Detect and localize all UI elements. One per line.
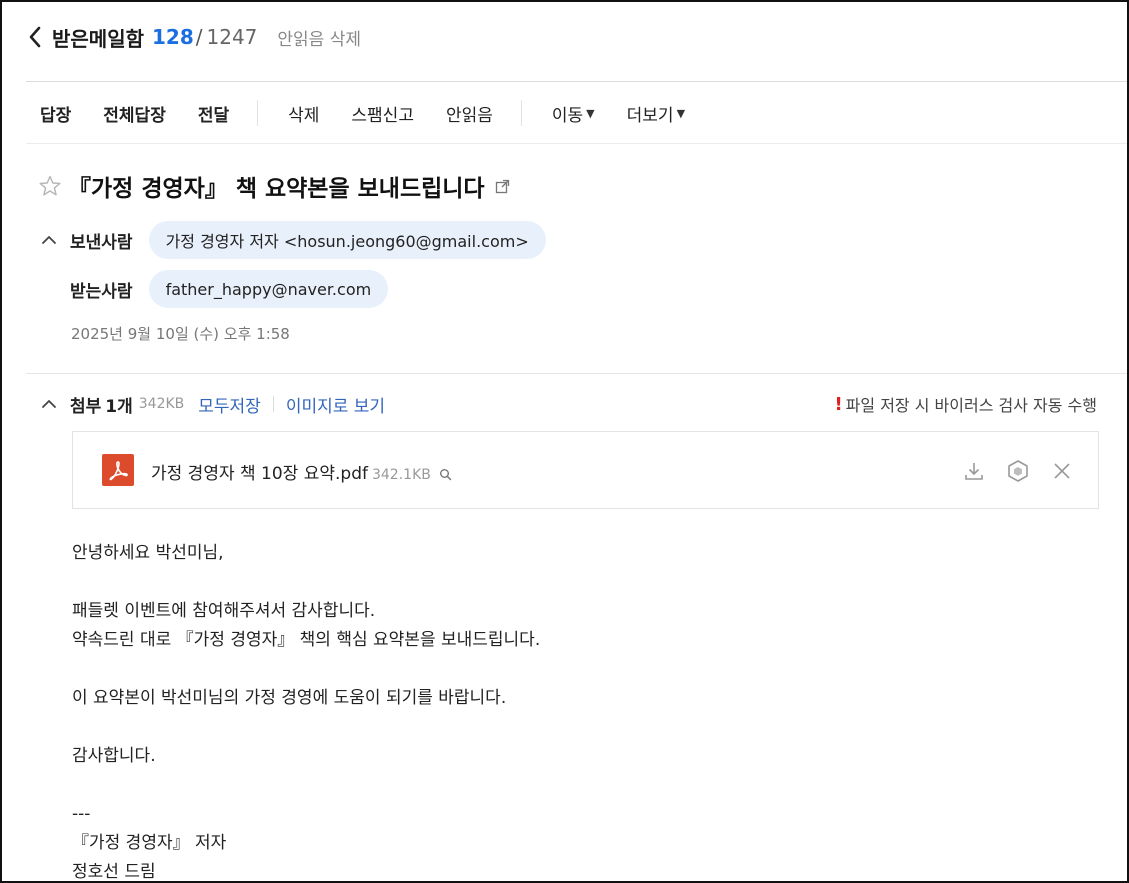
body-line [72,713,540,742]
attachment-file-size: 342.1KB [371,467,431,483]
divider [26,143,1127,144]
body-line: 약속드린 대로 『가정 경영자』 책의 핵심 요약본을 보내드립니다. [72,630,541,650]
body-line: 이 요약본이 박선미님의 가정 경영에 도움이 되기를 바랍니다. [72,688,507,708]
more-label: 더보기 [626,105,674,126]
attachment-file[interactable]: 가정 경영자 책 10장 요약.pdf 342.1KB [151,459,452,484]
move-label: 이동 [551,105,584,126]
exclamation-icon: ! [834,393,843,415]
external-link-icon[interactable] [495,179,510,194]
star-outline-icon[interactable] [38,174,62,198]
body-line [72,568,540,597]
attachment-label: 첨부 [70,396,102,417]
received-date: 2025년 9월 10일 (수) 오후 1:58 [71,325,290,343]
body-line: 『가정 경영자』 저자 [72,833,227,853]
pdf-file-icon [102,454,134,486]
virus-scan-note: ! 파일 저장 시 바이러스 검사 자동 수행 [834,390,1097,418]
delete-unread-button[interactable]: 안읽음 삭제 [277,25,361,50]
body-line: 안녕하세요 박선미님, [72,543,224,563]
mark-unread-button[interactable]: 안읽음 [446,101,493,126]
attachment-count: 1개 [105,396,133,417]
virus-note-text: 파일 저장 시 바이러스 검사 자동 수행 [845,396,1097,415]
subject-row: 『가정 경영자』 책 요약본을 보내드립니다 [38,168,510,204]
more-dropdown[interactable]: 더보기 ▼ [627,101,685,126]
forward-button[interactable]: 전달 [198,101,229,126]
toolbar-divider [257,100,259,126]
chevron-up-icon[interactable] [40,395,58,413]
body-line [72,771,540,800]
reply-all-button[interactable]: 전체답장 [103,101,166,126]
mailbox-header: 받은메일함 128 / 1247 안읽음 삭제 [24,20,361,54]
sender-label: 보낸사람 [70,232,133,253]
count-separator: / [195,25,203,49]
body-line: 감사합니다. [72,746,156,766]
close-icon[interactable] [1049,458,1075,484]
sender-row: 보낸사람 가정 경영자 저자 <hosun.jeong60@gmail.com> [40,221,546,259]
body-line: 정호선 드림 [72,862,156,882]
move-dropdown[interactable]: 이동 ▼ [552,101,595,126]
recipient-chip[interactable]: father_happy@naver.com [148,270,389,308]
attachment-file-name[interactable]: 가정 경영자 책 10장 요약.pdf [151,464,368,484]
attachment-item[interactable]: 가정 경영자 책 10장 요약.pdf 342.1KB [72,431,1099,509]
mail-subject: 『가정 경영자』 책 요약본을 보내드립니다 [68,176,485,202]
mail-read-view: 받은메일함 128 / 1247 안읽음 삭제 답장 전체답장 전달 삭제 스팸… [0,0,1129,883]
sender-chip[interactable]: 가정 경영자 저자 <hosun.jeong60@gmail.com> [148,221,546,259]
reply-button[interactable]: 답장 [40,101,71,126]
report-spam-button[interactable]: 스팸신고 [351,101,414,126]
attachment-divider [272,396,274,412]
attachment-total-size: 342KB [138,396,185,412]
caret-down-icon: ▼ [676,106,686,120]
attachment-header: 첨부 1개 342KB 모두저장 이미지로 보기 [40,390,385,418]
body-line: 패들렛 이벤트에 참여해주셔서 감사합니다. [72,601,376,621]
body-line [72,655,540,684]
search-icon[interactable] [439,468,452,481]
mailbox-title[interactable]: 받은메일함 [52,23,144,52]
chevron-up-icon[interactable] [40,231,58,249]
unread-count[interactable]: 128 [152,25,194,49]
download-icon[interactable] [961,458,987,484]
view-as-image-button[interactable]: 이미지로 보기 [286,392,385,417]
caret-down-icon: ▼ [586,106,595,120]
delete-button[interactable]: 삭제 [288,101,319,126]
recipient-label: 받는사람 [70,281,133,302]
mail-body: 안녕하세요 박선미님, 패들렛 이벤트에 참여해주셔서 감사합니다. 약속드린 … [72,539,541,882]
recipient-row: 받는사람 father_happy@naver.com [40,270,389,308]
cube-icon[interactable] [1005,458,1031,484]
divider [26,373,1127,374]
mail-toolbar: 답장 전체답장 전달 삭제 스팸신고 안읽음 이동 ▼ 더보기 ▼ [40,94,685,132]
divider [26,81,1127,82]
save-all-button[interactable]: 모두저장 [198,392,261,417]
body-line: --- [72,804,91,824]
total-count: 1247 [206,25,258,49]
toolbar-divider [520,100,522,126]
chevron-left-icon[interactable] [24,24,46,50]
